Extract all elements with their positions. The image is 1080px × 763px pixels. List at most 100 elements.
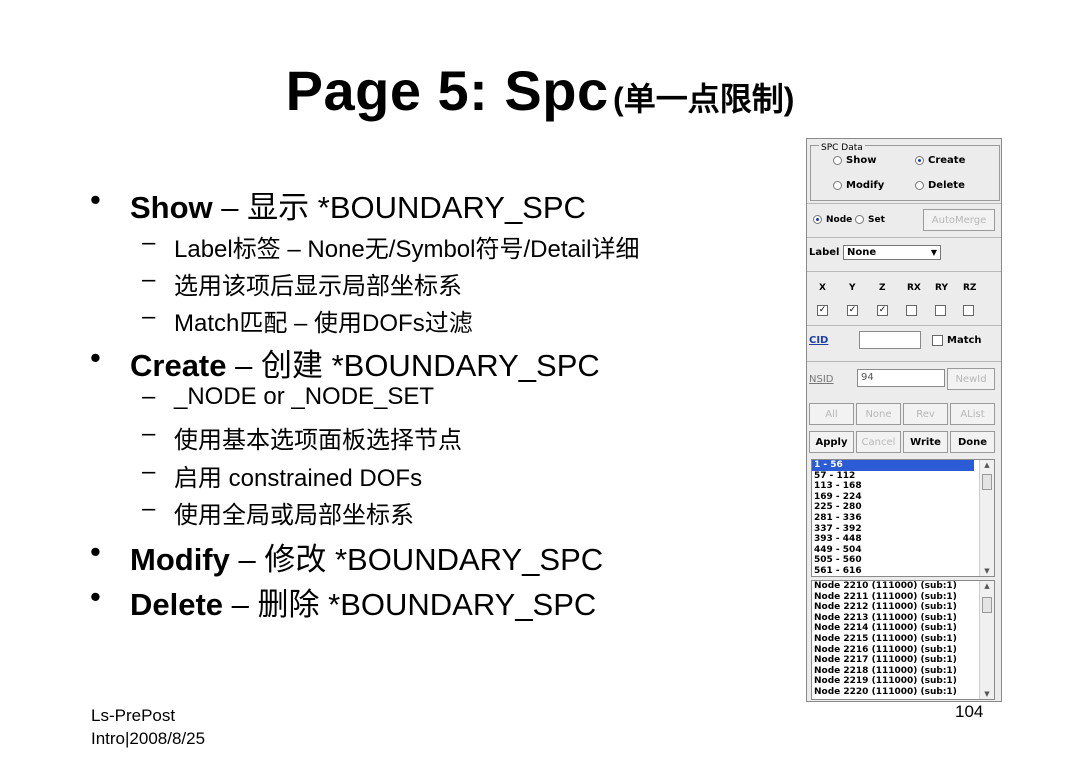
dash-marker: – bbox=[142, 420, 156, 447]
list-item[interactable]: Node 2218 (111000) (sub:1) bbox=[812, 666, 994, 677]
list-item[interactable]: 1 - 56 bbox=[812, 460, 974, 471]
radio-label: Delete bbox=[928, 180, 965, 191]
divider bbox=[807, 361, 1001, 362]
dash-marker: – bbox=[142, 383, 156, 410]
list-item[interactable]: Node 2216 (111000) (sub:1) bbox=[812, 645, 994, 656]
done-button[interactable]: Done bbox=[950, 431, 995, 453]
list-item[interactable]: Node 2213 (111000) (sub:1) bbox=[812, 613, 994, 624]
radio-label: Set bbox=[868, 215, 885, 225]
bullet-marker: • bbox=[90, 340, 101, 375]
scroll-down-icon[interactable]: ▼ bbox=[980, 690, 994, 698]
radio-modify[interactable]: Modify bbox=[833, 180, 884, 191]
list-item[interactable]: 225 - 280 bbox=[812, 502, 994, 513]
footer-source: Ls-PrePost Intro|2008/8/25 bbox=[91, 704, 205, 750]
sub-bullet-text: 使用全局或局部坐标系 bbox=[174, 502, 414, 529]
list-item[interactable]: 449 - 504 bbox=[812, 545, 994, 556]
radio-set[interactable]: Set bbox=[855, 215, 885, 225]
dof-header-ry: RY bbox=[935, 283, 948, 293]
radio-create[interactable]: Create bbox=[915, 155, 965, 166]
radio-show[interactable]: Show bbox=[833, 155, 876, 166]
bullet-text: – 修改 *BOUNDARY_SPC bbox=[229, 542, 604, 577]
radio-label: Create bbox=[928, 155, 966, 166]
automerge-button[interactable]: AutoMerge bbox=[923, 209, 995, 231]
list-item[interactable]: Node 2215 (111000) (sub:1) bbox=[812, 634, 994, 645]
dash-marker: – bbox=[142, 458, 156, 485]
page-number: 104 bbox=[955, 702, 984, 721]
divider bbox=[807, 237, 1001, 238]
rev-button[interactable]: Rev bbox=[903, 403, 948, 425]
sub-bullet-text: _NODE or _NODE_SET bbox=[174, 383, 435, 410]
cid-input[interactable] bbox=[859, 331, 921, 349]
write-button[interactable]: Write bbox=[903, 431, 948, 453]
list-item[interactable]: Node 2220 (111000) (sub:1) bbox=[812, 687, 994, 698]
dash-marker: – bbox=[142, 266, 156, 293]
newid-button[interactable]: NewId bbox=[947, 368, 995, 390]
node-list-scrollbar[interactable]: ▲ ▼ bbox=[979, 581, 994, 699]
bullet-keyword: Modify bbox=[130, 542, 230, 577]
spc-data-panel: SPC Data Show Create Modify Delete Node … bbox=[806, 138, 1002, 702]
sub-bullet-text: 使用基本选项面板选择节点 bbox=[174, 427, 462, 454]
list-item[interactable]: Node 2212 (111000) (sub:1) bbox=[812, 602, 994, 613]
radio-delete[interactable]: Delete bbox=[915, 180, 965, 191]
dof-header-rz: RZ bbox=[963, 283, 977, 293]
dof-checkbox-ry[interactable] bbox=[935, 305, 946, 316]
none-button[interactable]: None bbox=[856, 403, 901, 425]
radio-circle-icon bbox=[915, 180, 924, 190]
bullet-text: – 删除 *BOUNDARY_SPC bbox=[223, 587, 597, 622]
dof-header-y: Y bbox=[849, 283, 856, 293]
scroll-down-icon[interactable]: ▼ bbox=[980, 567, 994, 575]
dof-header-x: X bbox=[819, 283, 826, 293]
list-item[interactable]: Node 2211 (111000) (sub:1) bbox=[812, 592, 994, 603]
dof-checkbox-z[interactable]: ✓ bbox=[877, 305, 888, 316]
scroll-thumb[interactable] bbox=[982, 597, 992, 613]
list-item[interactable]: 561 - 616 bbox=[812, 566, 994, 576]
scroll-up-icon[interactable]: ▲ bbox=[980, 582, 994, 590]
range-list[interactable]: 1 - 56 57 - 112 113 - 168 169 - 224 225 … bbox=[811, 459, 995, 577]
radio-circle-icon bbox=[833, 155, 842, 165]
node-list[interactable]: Node 2210 (111000) (sub:1) Node 2211 (11… bbox=[811, 580, 995, 700]
match-checkbox[interactable] bbox=[932, 335, 943, 346]
label-select[interactable]: None ▼ bbox=[843, 245, 941, 260]
scroll-up-icon[interactable]: ▲ bbox=[980, 461, 994, 469]
dof-checkbox-rx[interactable] bbox=[906, 305, 917, 316]
range-list-scrollbar[interactable]: ▲ ▼ bbox=[979, 460, 994, 576]
list-item[interactable]: 57 - 112 bbox=[812, 471, 994, 482]
list-item[interactable]: Node 2210 (111000) (sub:1) bbox=[812, 581, 994, 592]
list-item[interactable]: 393 - 448 bbox=[812, 534, 994, 545]
dof-checkbox-rz[interactable] bbox=[963, 305, 974, 316]
list-item[interactable]: 113 - 168 bbox=[812, 481, 994, 492]
list-item[interactable]: 337 - 392 bbox=[812, 524, 994, 535]
radio-circle-selected-icon bbox=[813, 215, 822, 224]
cid-label[interactable]: CID bbox=[809, 335, 828, 346]
divider bbox=[807, 271, 1001, 272]
cancel-button[interactable]: Cancel bbox=[856, 431, 901, 453]
dash-marker: – bbox=[142, 303, 156, 330]
dof-checkbox-y[interactable]: ✓ bbox=[847, 305, 858, 316]
list-item[interactable]: 169 - 224 bbox=[812, 492, 994, 503]
sub-bullet-text: Label标签 – None无/Symbol符号/Detail详细 bbox=[174, 236, 640, 263]
spc-data-legend: SPC Data bbox=[819, 143, 865, 153]
nsid-input[interactable]: 94 bbox=[857, 369, 945, 387]
sub-bullet-text: Match匹配 – 使用DOFs过滤 bbox=[174, 310, 473, 337]
radio-label: Modify bbox=[846, 180, 885, 191]
list-item[interactable]: 505 - 560 bbox=[812, 555, 994, 566]
dof-checkbox-x[interactable]: ✓ bbox=[817, 305, 828, 316]
scroll-thumb[interactable] bbox=[982, 474, 992, 490]
chevron-down-icon: ▼ bbox=[930, 248, 937, 257]
dof-header-rx: RX bbox=[907, 283, 921, 293]
label-select-value: None bbox=[847, 247, 877, 258]
divider bbox=[807, 203, 1001, 204]
list-item[interactable]: 281 - 336 bbox=[812, 513, 994, 524]
radio-label: Node bbox=[826, 215, 853, 225]
radio-circle-icon bbox=[833, 180, 842, 190]
match-label: Match bbox=[947, 335, 982, 346]
radio-node[interactable]: Node bbox=[813, 215, 852, 225]
list-item[interactable]: Node 2219 (111000) (sub:1) bbox=[812, 676, 994, 687]
alist-button[interactable]: AList bbox=[950, 403, 995, 425]
all-button[interactable]: All bbox=[809, 403, 854, 425]
divider bbox=[807, 325, 1001, 326]
list-item[interactable]: Node 2214 (111000) (sub:1) bbox=[812, 623, 994, 634]
dof-header-z: Z bbox=[879, 283, 886, 293]
apply-button[interactable]: Apply bbox=[809, 431, 854, 453]
list-item[interactable]: Node 2217 (111000) (sub:1) bbox=[812, 655, 994, 666]
